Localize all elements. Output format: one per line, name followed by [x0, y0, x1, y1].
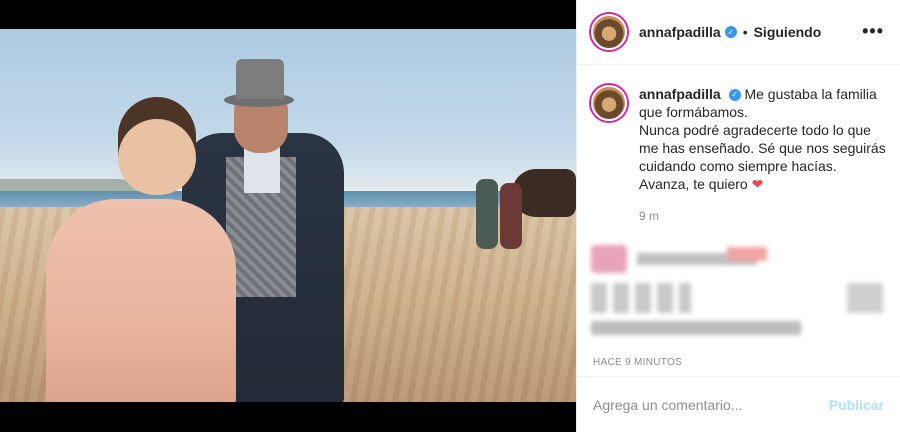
caption-timestamp[interactable]: 9 m: [639, 207, 886, 225]
blurred-content: [591, 283, 691, 313]
caption-username[interactable]: annafpadilla: [639, 86, 721, 102]
post-timestamp[interactable]: Hace 9 minutos: [593, 357, 682, 368]
heart-emoji-icon: ❤: [751, 176, 764, 192]
verified-badge-icon: ✓: [724, 26, 737, 38]
photo-bride-head: [118, 97, 196, 195]
post-media: [0, 0, 576, 432]
comment-bar: Publicar: [577, 376, 900, 432]
caption: annafpadilla ✓ Me gustaba la familia que…: [577, 65, 900, 225]
blurred-content: [591, 321, 801, 335]
caption-body: annafpadilla ✓ Me gustaba la familia que…: [639, 85, 886, 225]
photo-background-person: [500, 183, 522, 249]
blurred-content: [847, 283, 883, 313]
photo-tophat: [236, 59, 284, 99]
photo-background-person: [476, 179, 498, 249]
following-button[interactable]: Siguiendo: [754, 24, 822, 40]
more-options-icon[interactable]: •••: [862, 22, 884, 40]
header-separator: •: [742, 24, 748, 40]
avatar[interactable]: [591, 14, 627, 50]
verified-badge-icon: ✓: [728, 89, 741, 102]
comment-input[interactable]: [593, 396, 829, 413]
post-photo[interactable]: [0, 29, 576, 402]
post-side-panel: annafpadilla ✓ • Siguiendo ••• annafpadi…: [576, 0, 900, 432]
publish-button[interactable]: Publicar: [829, 397, 884, 413]
instagram-post: annafpadilla ✓ • Siguiendo ••• annafpadi…: [0, 0, 900, 432]
blurred-comments: [577, 243, 900, 343]
caption-avatar[interactable]: [591, 85, 627, 121]
photo-bride-dress: [46, 199, 236, 402]
header-username[interactable]: annafpadilla: [639, 24, 721, 40]
post-header: annafpadilla ✓ • Siguiendo •••: [577, 0, 900, 65]
blurred-content: [591, 245, 627, 273]
blurred-content: [727, 247, 767, 261]
